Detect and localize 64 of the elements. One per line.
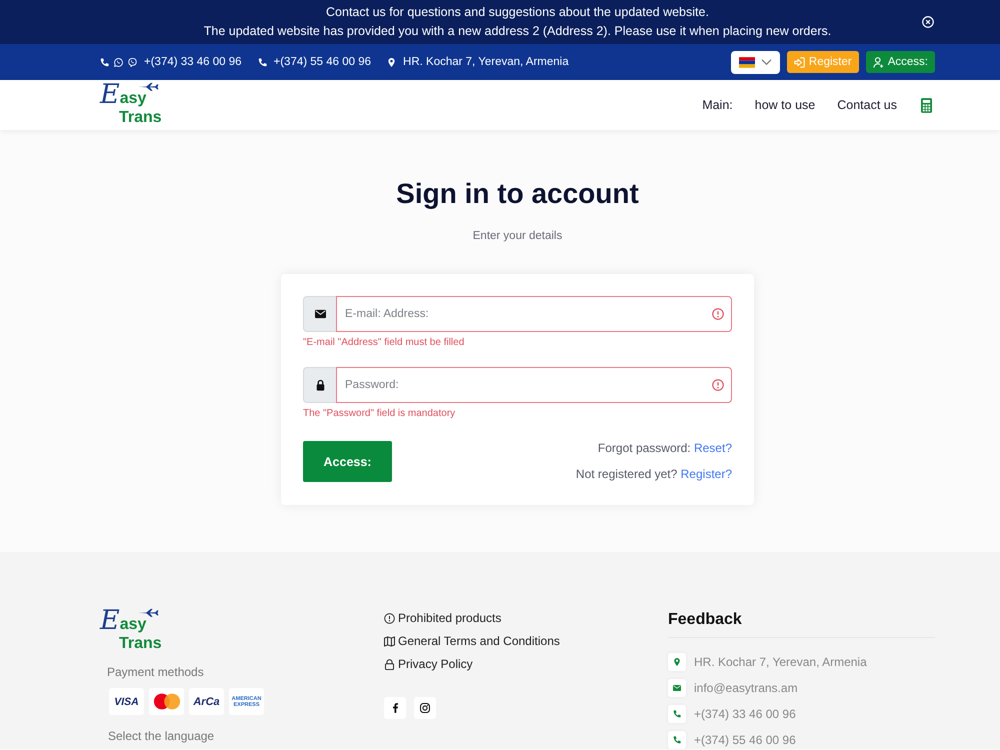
announcement-text: Contact us for questions and suggestions about the updated website. bbox=[325, 4, 710, 21]
envelope-icon bbox=[314, 309, 326, 319]
help-text: Not registered yet? Register? bbox=[576, 466, 732, 482]
contact-text: HR. Kochar 7, Yerevan, Armenia bbox=[694, 654, 867, 670]
user-icon bbox=[872, 56, 884, 68]
payment-logo: ArCa bbox=[189, 688, 224, 715]
nav-link[interactable]: Main: bbox=[702, 98, 733, 112]
phone-icon bbox=[100, 58, 109, 66]
map-icon bbox=[384, 636, 395, 646]
logo-text[interactable]: Trans bbox=[119, 109, 162, 126]
payment-methods-label: Payment methods bbox=[107, 665, 204, 680]
flag-icon bbox=[738, 56, 755, 68]
phone-icon bbox=[258, 58, 267, 66]
instagram-link[interactable] bbox=[414, 697, 436, 719]
footer-link[interactable]: Privacy Policy bbox=[384, 656, 473, 672]
address-text: HR. Kochar 7, Yerevan, Armenia bbox=[403, 56, 569, 68]
help-text: Forgot password: Reset? bbox=[598, 440, 732, 456]
pin-icon bbox=[387, 58, 396, 66]
error-message: The "Password" field is mandatory bbox=[303, 407, 456, 421]
chat-phone-icon bbox=[114, 58, 123, 66]
envelope-icon bbox=[668, 679, 686, 697]
nav-link[interactable]: how to use bbox=[754, 98, 816, 112]
lock-icon bbox=[316, 379, 324, 391]
alert-icon bbox=[712, 308, 724, 320]
chevron-down-icon bbox=[760, 59, 772, 65]
email-field[interactable]: E-mail: Address: bbox=[336, 296, 732, 332]
footer-link[interactable]: General Terms and Conditions bbox=[384, 633, 560, 649]
close-icon bbox=[922, 16, 934, 28]
alert-icon bbox=[712, 379, 724, 391]
text-link[interactable]: Reset? bbox=[694, 441, 732, 455]
nav-link[interactable]: Contact us bbox=[837, 98, 897, 112]
announcement-text: The updated website has provided you with a new address 2 (Address 2). Please use it when placing new orders. bbox=[204, 23, 832, 40]
access-button[interactable]: Access: bbox=[303, 441, 392, 482]
language-label: Select the language bbox=[108, 730, 214, 742]
pin-icon bbox=[668, 653, 686, 671]
lock-icon bbox=[384, 658, 395, 670]
calculator-icon[interactable] bbox=[921, 98, 932, 112]
chat-bubble-icon bbox=[128, 58, 137, 66]
instagram-icon bbox=[420, 703, 430, 713]
payment-logo: VISA bbox=[109, 688, 144, 715]
alert-circle-icon bbox=[384, 612, 395, 624]
phone-icon bbox=[668, 705, 686, 723]
footer-link[interactable]: Prohibited products bbox=[384, 610, 502, 626]
phone-number[interactable]: +(374) 33 46 00 96 bbox=[144, 56, 242, 68]
error-message: "E-mail "Address" field must be filled bbox=[303, 336, 466, 350]
facebook-link[interactable] bbox=[384, 697, 406, 719]
page-title: Sign in to account bbox=[396, 177, 639, 211]
sign-in-icon bbox=[794, 56, 805, 68]
language-select[interactable] bbox=[730, 50, 780, 74]
password-field[interactable]: Password: bbox=[336, 367, 732, 403]
logo-text[interactable]: Trans bbox=[119, 635, 162, 652]
facebook-icon bbox=[392, 703, 398, 713]
logo-text[interactable]: Easy bbox=[100, 85, 146, 109]
access-button[interactable]: Access: bbox=[866, 51, 935, 73]
contact-text: +(374) 33 46 00 96 bbox=[694, 706, 796, 722]
phone-number[interactable]: +(374) 55 46 00 96 bbox=[274, 56, 372, 68]
page-subtitle: Enter your details bbox=[472, 229, 562, 244]
overlapping-circles-icon bbox=[149, 688, 184, 715]
contact-text: +(374) 55 46 00 96 bbox=[694, 732, 796, 748]
feedback-heading: Feedback bbox=[668, 610, 742, 630]
logo-text[interactable]: Easy bbox=[100, 611, 146, 635]
contact-text: info@easytrans.am bbox=[694, 680, 798, 696]
text-link[interactable]: Register? bbox=[680, 467, 732, 481]
close-button[interactable] bbox=[922, 16, 934, 28]
